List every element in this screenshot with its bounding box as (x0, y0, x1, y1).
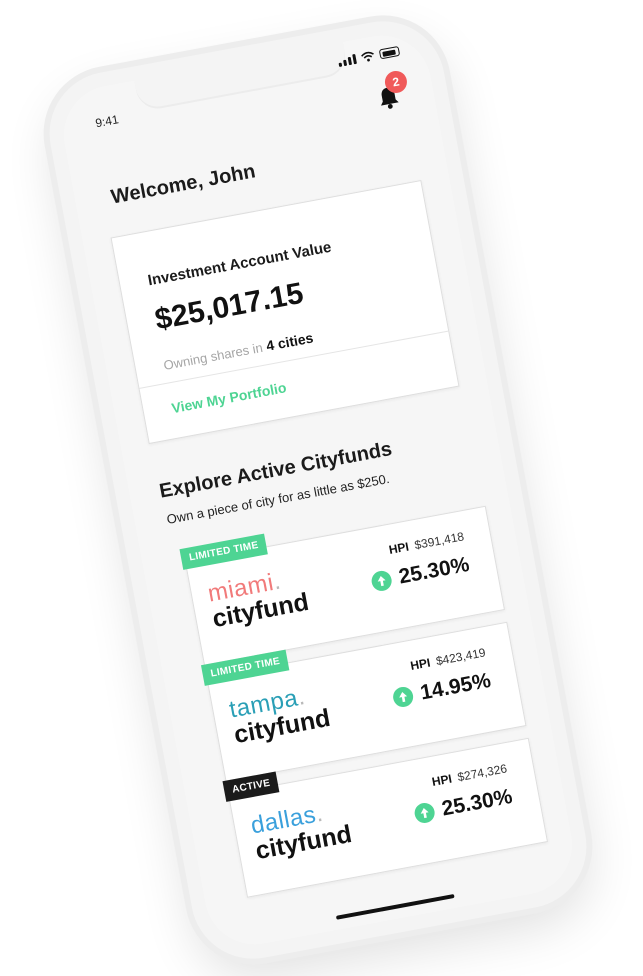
phone-screen: 9:41 2 Welcome, John Investment Account … (55, 27, 581, 953)
notification-bell-button[interactable]: 2 (375, 69, 409, 113)
status-icons (337, 45, 401, 68)
dallas-cityfund-logo: dallas. cityfund (249, 797, 354, 865)
fund-hpi: HPI $274,326 (431, 761, 508, 789)
fund-change-value: 25.30% (396, 552, 472, 589)
hpi-value: $274,326 (456, 761, 509, 785)
hpi-value: $423,419 (434, 645, 487, 669)
welcome-heading: Welcome, John (109, 160, 258, 209)
fund-change: 25.30% (369, 553, 471, 595)
phone-notch (133, 40, 349, 111)
fund-hpi: HPI $423,419 (409, 645, 486, 673)
phone-frame: 9:41 2 Welcome, John Investment Account … (39, 11, 597, 969)
wifi-icon (361, 51, 374, 62)
tampa-cityfund-logo: tampa. cityfund (227, 681, 332, 749)
fund-change-value: 14.95% (418, 668, 493, 705)
owning-shares-text: Owning shares in4 cities (162, 329, 314, 372)
hpi-label: HPI (387, 539, 411, 557)
fund-change: 25.30% (412, 785, 514, 827)
up-arrow-icon (391, 685, 415, 709)
miami-cityfund-logo: miami. cityfund (206, 565, 311, 634)
hpi-label: HPI (409, 655, 432, 673)
fund-status-tag: LIMITED TIME (179, 533, 269, 570)
owning-cities-count: 4 cities (264, 329, 315, 354)
investment-account-card: Investment Account Value $25,017.15 Owni… (110, 179, 460, 445)
status-time: 9:41 (94, 112, 120, 131)
fund-change-value: 25.30% (439, 784, 515, 821)
home-indicator[interactable] (335, 893, 455, 920)
fund-hpi: HPI $391,418 (388, 529, 465, 557)
up-arrow-icon (412, 801, 437, 825)
view-portfolio-link[interactable]: View My Portfolio (170, 379, 287, 416)
fund-change: 14.95% (391, 669, 493, 711)
hpi-label: HPI (430, 771, 454, 789)
account-value-amount: $25,017.15 (152, 276, 306, 337)
stage: 9:41 2 Welcome, John Investment Account … (0, 0, 643, 976)
battery-icon (378, 45, 401, 60)
up-arrow-icon (369, 569, 394, 593)
hpi-value: $391,418 (413, 529, 466, 553)
cellular-signal-icon (337, 53, 357, 68)
account-value-label: Investment Account Value (146, 238, 333, 290)
